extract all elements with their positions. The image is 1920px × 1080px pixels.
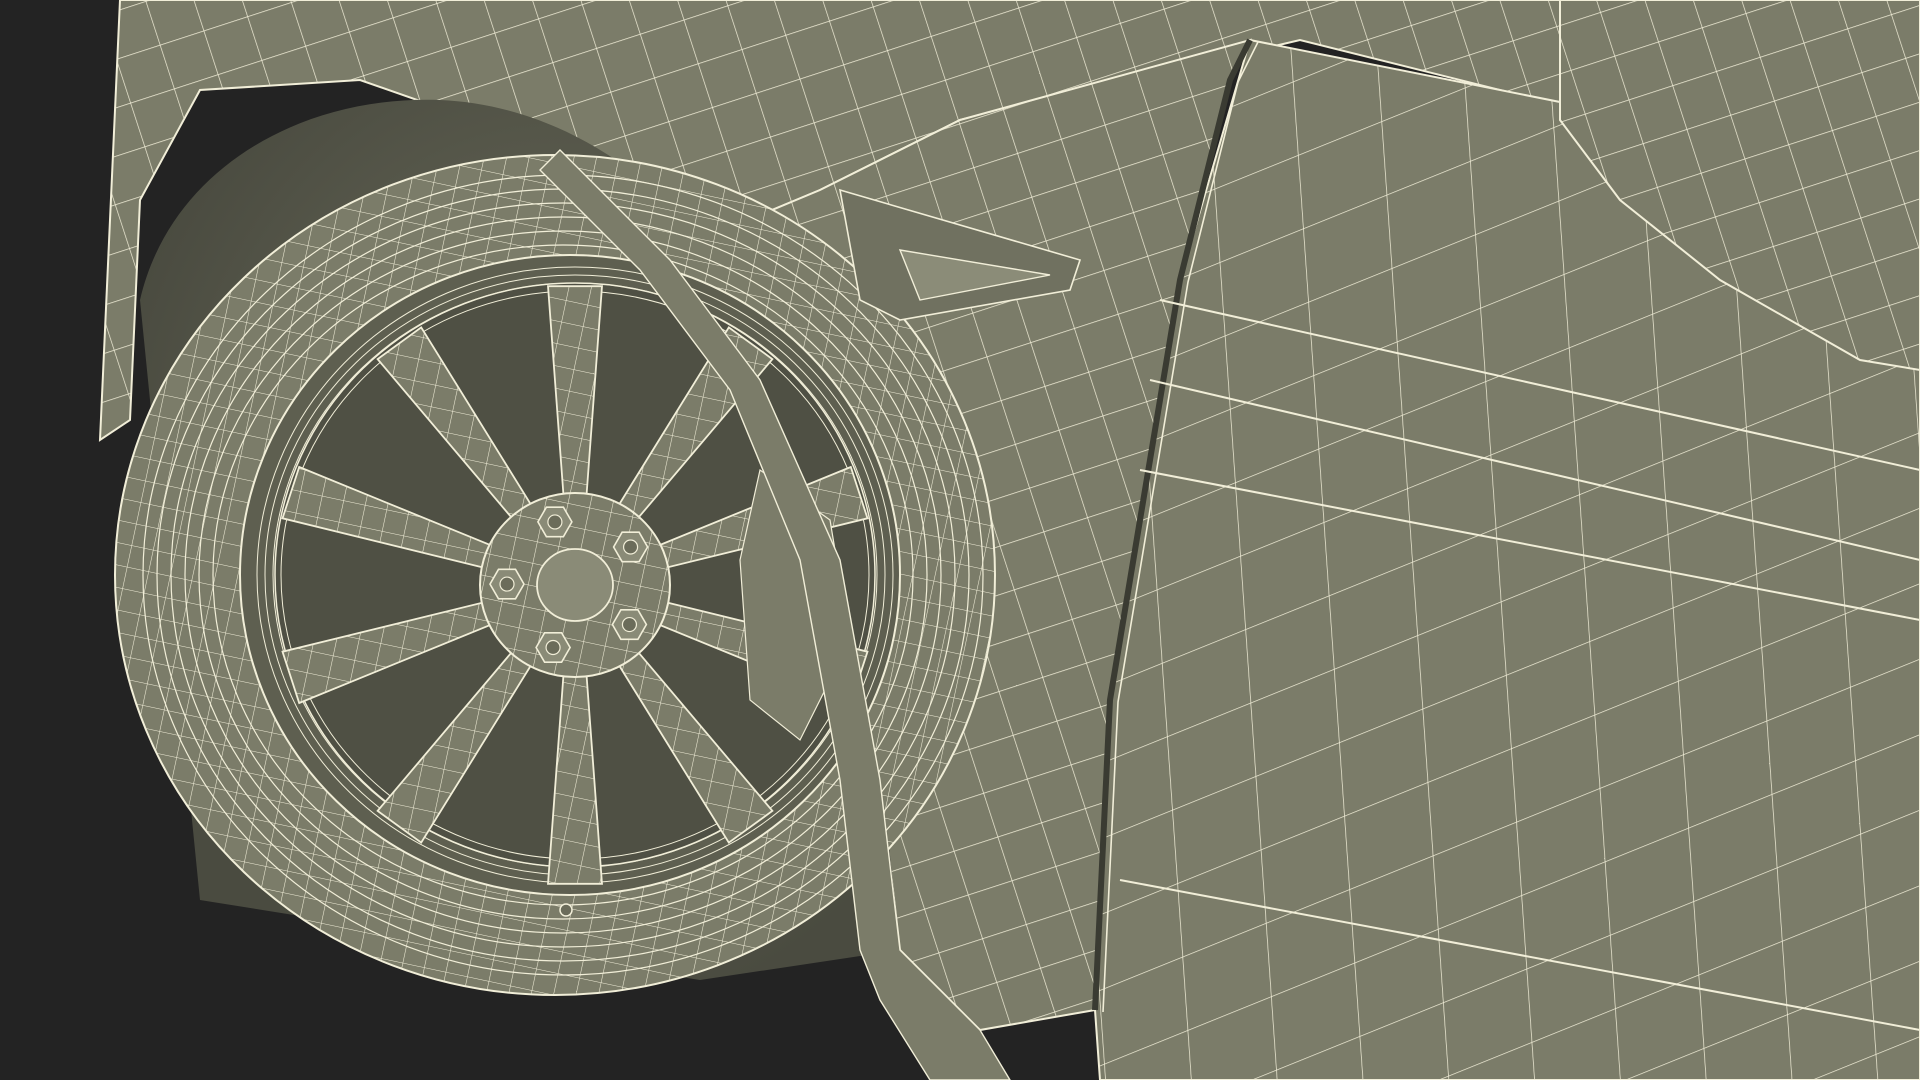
- lug-nut-center: [545, 639, 561, 656]
- lug-nut-center: [622, 539, 639, 555]
- valve-stem: [559, 903, 573, 917]
- center-cap: [536, 548, 614, 622]
- lug-nut-center: [499, 576, 515, 592]
- lug-nut-center: [621, 616, 638, 633]
- render-viewport: [0, 0, 1920, 1080]
- lug-nut-center: [547, 514, 563, 530]
- car-wireframe-render: [98, 0, 1920, 1080]
